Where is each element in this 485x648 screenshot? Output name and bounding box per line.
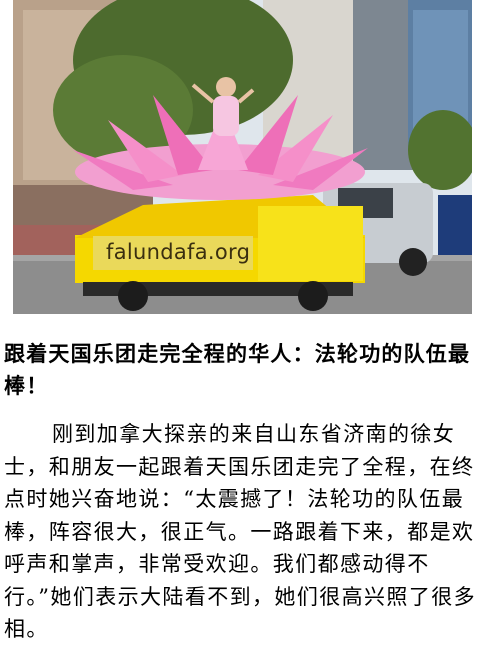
article-paragraph: 刚到加拿大探亲的来自山东省济南的徐女士，和朋友一起跟着天国乐团走完了全程，在终点… [4,422,477,641]
lotus-float-image [13,0,472,314]
article-body: 刚到加拿大探亲的来自山东省济南的徐女士，和朋友一起跟着天国乐团走完了全程，在终点… [4,418,482,646]
article-headline: 跟着天国乐团走完全程的华人：法轮功的队伍最棒！ [4,341,471,398]
float-banner-text: falundafa.org [106,240,251,264]
parade-photo: falundafa.org [13,0,472,314]
